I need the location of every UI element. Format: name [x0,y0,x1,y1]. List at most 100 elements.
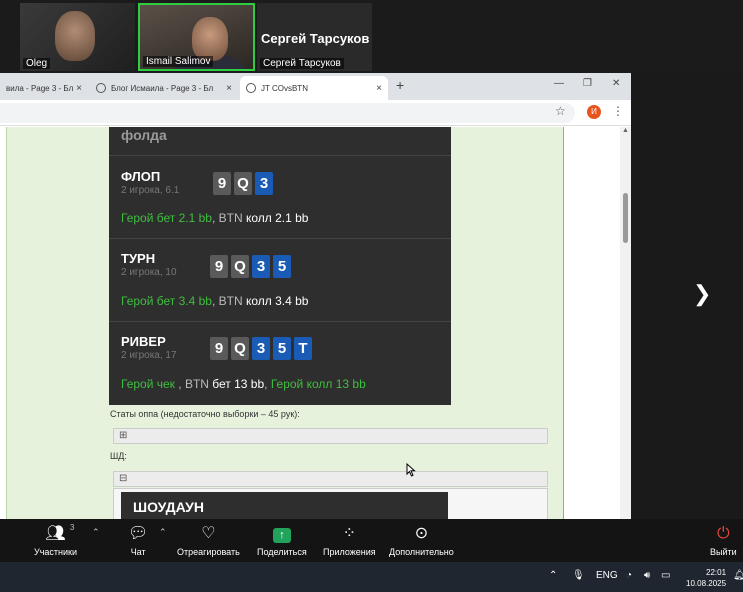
card: Q [231,255,249,278]
street-title: ФЛОП [121,169,161,184]
expand-icon[interactable]: ⊞ [119,430,127,441]
video-tile-active-speaker[interactable]: Ismail Salimov [138,3,255,71]
share-label: Поделиться [257,547,307,557]
street-title: ТУРН [121,251,156,266]
scroll-up-icon[interactable]: ▲ [622,127,629,134]
board-cards: 9 Q 3 [213,172,273,195]
participant-face [192,17,228,61]
meeting-toolbar: 👥︎ Участники 3 ⌃ 💬︎ Чат ⌃ ♡ Отреагироват… [0,519,743,562]
close-tab-icon[interactable]: × [376,83,382,94]
chat-icon: 💬︎ [128,525,149,542]
browser-menu-icon[interactable]: ⋮ [612,104,624,118]
bookmark-star-icon[interactable]: ☆ [555,104,566,118]
apps-button[interactable]: ⁘ Приложения [323,525,376,557]
street-title: РИВЕР [121,334,166,349]
leave-button[interactable]: ⏻ Выйти [710,525,737,557]
minimize-icon[interactable]: — [554,78,564,89]
react-button[interactable]: ♡ Отреагировать [177,525,240,557]
showdown-box: ШОУДАУН [113,488,548,519]
chevron-up-icon[interactable]: ⌃ [549,570,557,581]
url-field[interactable] [0,103,575,123]
participant-name: Сергей Тарсуков [260,58,344,69]
window-close-icon[interactable]: ✕ [612,78,620,89]
action-separator: , BTN [174,377,213,391]
showdown-panel: ШОУДАУН [121,492,448,519]
tab-label: Блог Исмаила - Page 3 - Бл [111,83,214,93]
close-tab-icon[interactable]: × [76,83,82,94]
stats-expand-bar[interactable]: ⊞ [113,428,548,444]
chevron-right-icon[interactable]: ❯ [693,281,711,307]
react-label: Отреагировать [177,547,240,557]
street-flop: ФЛОП 2 игрока, 6.1 9 Q 3 Герой бет 2.1 b… [109,155,451,238]
new-tab-icon[interactable]: + [396,77,404,93]
shared-browser-window: вила - Page 3 - Бл × Блог Исмаила - Page… [0,73,631,519]
card: 9 [210,255,228,278]
browser-tab-2[interactable]: Блог Исмаила - Page 3 - Бл × [90,76,238,100]
page-viewport: фолда ФЛОП 2 игрока, 6.1 9 Q 3 Герой бет… [0,127,631,519]
card: T [294,337,312,360]
card: 3 [252,337,270,360]
browser-tab-1[interactable]: вила - Page 3 - Бл × [0,76,88,100]
share-screen-button[interactable]: ↑ Поделиться [257,525,307,557]
mouse-cursor-icon [406,463,416,477]
scrollbar-track[interactable] [620,127,631,519]
board-cards: 9 Q 3 5 [210,255,291,278]
chat-label: Чат [130,547,146,557]
video-tile-oleg[interactable]: Oleg [20,3,135,71]
showdown-title: ШОУДАУН [133,499,204,515]
opponent-stats-label: Статы оппа (недостаточно выборки – 45 ру… [110,409,300,419]
battery-icon[interactable]: ▭ [661,570,670,581]
card: 9 [210,337,228,360]
chat-button[interactable]: 💬︎ Чат [128,525,148,557]
leave-icon: ⏻ [717,525,730,542]
video-strip: Oleg Ismail Salimov Сергей Тарсуков Серг… [0,0,743,73]
heart-icon: ♡ [201,525,216,542]
browser-tab-active[interactable]: JT COvsBTN × [240,76,388,100]
villain-action: колл 2.1 bb [245,211,309,225]
participants-count: 3 [70,523,75,532]
globe-icon [96,83,106,93]
scrollbar-thumb[interactable] [623,193,628,243]
street-turn: ТУРН 2 игрока, 10 9 Q 3 5 Герой бет 3.4 … [109,238,451,321]
showdown-collapse-bar[interactable]: ⊟ [113,471,548,487]
wifi-icon[interactable]: ◔ [626,570,632,581]
street-river: РИВЕР 2 игрока, 17 9 Q 3 5 T Герой чек ,… [109,321,451,405]
participant-name: Ismail Salimov [143,56,214,67]
street-action: Герой бет 2.1 bb, BTN колл 2.1 bb [121,211,308,225]
address-bar: ☆ И ⋮ [0,100,631,126]
card: Q [234,172,252,195]
hero-action: Герой бет 3.4 bb [121,294,212,308]
more-button[interactable]: ⊙ Дополнительно [389,525,454,557]
right-panel: ❯ [631,73,743,519]
hero-action: Герой чек [121,377,175,391]
action-separator: , BTN [211,211,246,225]
clock-time: 22:01 [706,568,727,577]
more-icon: ⊙ [414,525,429,542]
tab-bar: вила - Page 3 - Бл × Блог Исмаила - Page… [0,73,631,100]
chevron-up-icon[interactable]: ⌃ [159,527,167,538]
chevron-up-icon[interactable]: ⌃ [92,527,100,538]
villain-action: колл 3.4 bb [245,294,309,308]
leave-label: Выйти [710,547,737,557]
participant-big-name: Сергей Тарсуков [261,31,370,46]
profile-avatar[interactable]: И [587,105,601,119]
language-indicator[interactable]: ENG [596,570,618,581]
participant-face [55,11,95,61]
close-tab-icon[interactable]: × [226,83,232,94]
microphone-icon[interactable]: 🎙︎ [572,570,585,581]
card: 3 [252,255,270,278]
video-tile-no-camera[interactable]: Сергей Тарсуков Сергей Тарсуков [257,3,372,71]
system-clock[interactable]: 22:01 10.08.2025 [686,567,726,589]
participant-name: Oleg [23,58,51,69]
fold-text: фолда [121,127,167,143]
tab-label: JT COvsBTN [261,83,308,93]
action-separator: , [264,377,271,391]
restore-icon[interactable]: ❐ [583,78,592,89]
card: 5 [273,255,291,278]
street-subtitle: 2 игрока, 6.1 [121,185,180,196]
collapse-icon[interactable]: ⊟ [119,473,127,484]
card: 5 [273,337,291,360]
notification-bell-icon[interactable]: 🔔︎ [733,570,743,581]
hero-action: Герой бет 2.1 bb [121,211,212,225]
volume-icon[interactable]: 🔊︎ [644,570,650,581]
